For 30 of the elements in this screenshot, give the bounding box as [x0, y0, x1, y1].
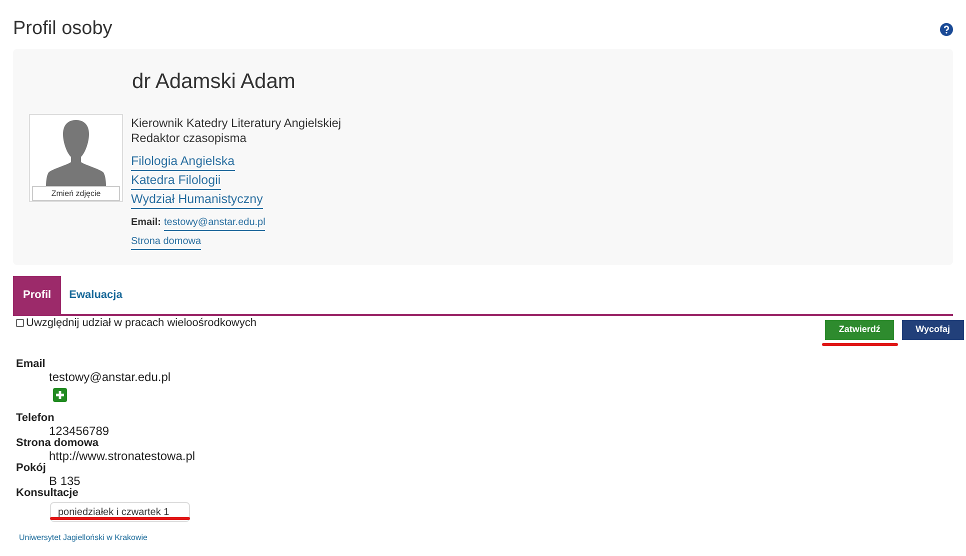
- action-button[interactable]: Zatwierdź: [824, 320, 894, 340]
- role-text: Kierownik Katedry Literatury Angielskiej: [131, 116, 342, 130]
- add-icon[interactable]: [53, 388, 67, 402]
- unit-link[interactable]: Katedra Filologii: [131, 170, 221, 190]
- field-value: http://www.stronatestowa.pl: [49, 450, 196, 462]
- field-label: Konsultacje: [16, 487, 80, 500]
- field-value: testowy@anstar.edu.pl: [49, 371, 172, 383]
- homepage-link[interactable]: Strona domowa: [131, 234, 202, 250]
- field-label: Email: [16, 358, 46, 371]
- tab[interactable]: Ewaluacja: [61, 276, 130, 314]
- tab[interactable]: Profil: [13, 276, 62, 314]
- change-photo-button[interactable]: Zmień zdjęcie: [32, 186, 120, 201]
- field-label: Strona domowa: [16, 437, 100, 450]
- unit-link[interactable]: Filologia Angielska: [131, 152, 235, 170]
- field-label: Telefon: [16, 412, 56, 425]
- role-text: Redaktor czasopisma: [131, 130, 248, 146]
- unit-link[interactable]: Wydział Humanistyczny: [131, 190, 263, 208]
- person-name: dr Adamski Adam: [132, 69, 296, 95]
- email-label: Email:: [131, 216, 162, 230]
- email-link[interactable]: testowy@anstar.edu.pl: [164, 214, 266, 230]
- footer-link[interactable]: Uniwersytet Jagielloński w Krakowie: [19, 533, 947, 543]
- field-value: B 135: [49, 475, 82, 487]
- help-icon[interactable]: [940, 22, 953, 36]
- field-label: Pokój: [16, 462, 47, 475]
- checkbox[interactable]: [16, 319, 24, 327]
- page-title: Profil osoby: [13, 16, 112, 41]
- action-button[interactable]: Wycofaj: [902, 320, 964, 340]
- consultation-field[interactable]: poniedziałek i czwartek 1: [50, 502, 190, 522]
- field-value: 123456789: [49, 425, 110, 437]
- checkbox-label: Uwzględnij udział w pracach wieloośrodkowych: [26, 316, 256, 331]
